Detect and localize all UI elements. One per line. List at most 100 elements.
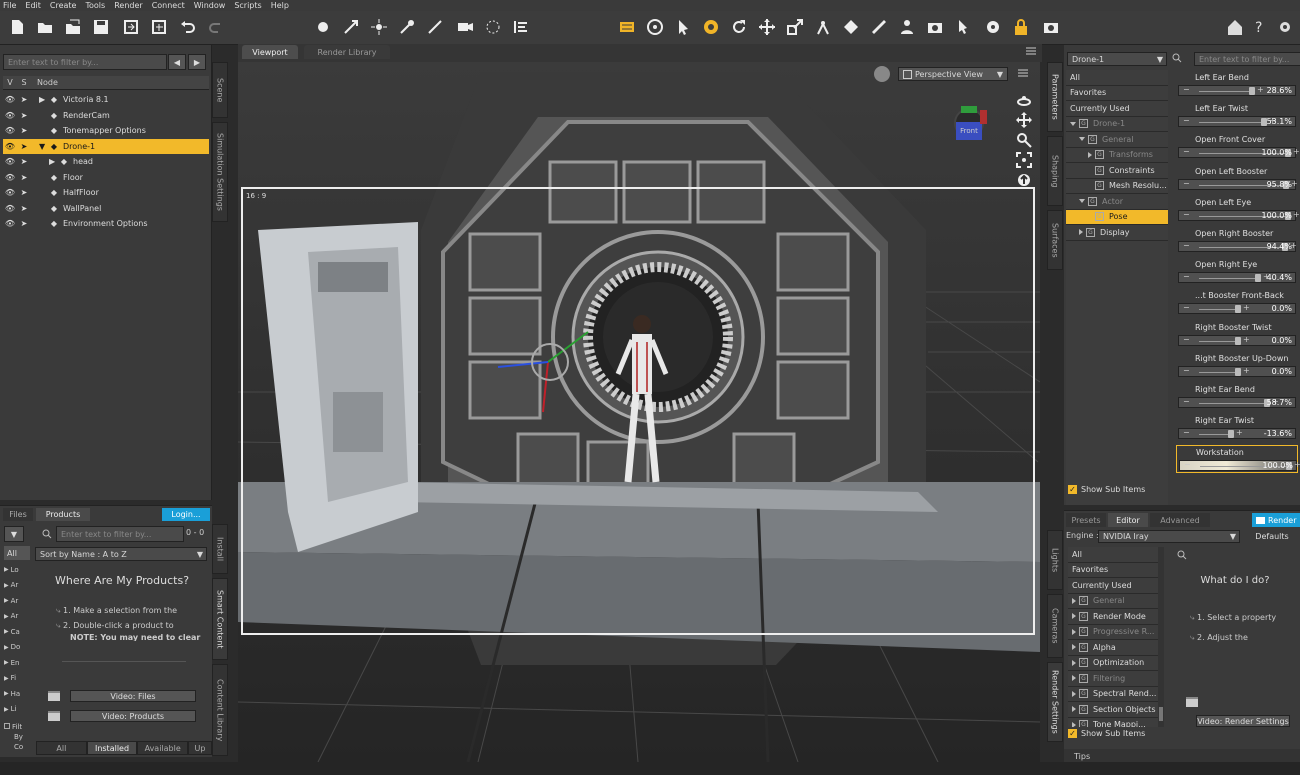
eye-icon[interactable]: 👁	[3, 188, 17, 197]
tab-files[interactable]: Files	[3, 508, 33, 521]
collapsed-arrow-icon[interactable]	[1072, 706, 1076, 713]
video-products-button[interactable]: Video: Products	[70, 710, 196, 722]
param-slider-value[interactable]: 0.0%	[1272, 367, 1292, 376]
collapsed-arrow-icon[interactable]	[1088, 151, 1092, 158]
param-group-item[interactable]: G Display	[1066, 225, 1168, 241]
param-group-item[interactable]: G General	[1066, 132, 1168, 148]
product-category-item[interactable]: ▶ Ha	[4, 686, 30, 702]
collapsed-arrow-icon[interactable]: ▶	[39, 95, 47, 104]
param-slider[interactable]: Open Right Eye − +40.4%	[1176, 258, 1298, 286]
param-group-item[interactable]: G Transforms	[1066, 148, 1168, 163]
render-group-item[interactable]: G General	[1068, 594, 1158, 609]
slider-knob[interactable]	[1235, 305, 1241, 314]
slider-knob[interactable]	[1235, 336, 1241, 345]
increment-icon[interactable]: +	[1236, 428, 1243, 437]
open-folder-icon[interactable]	[34, 16, 56, 38]
param-slider-track[interactable]: − + -13.6%	[1178, 428, 1296, 440]
viewport-camera-icon[interactable]	[924, 16, 946, 38]
product-category-item[interactable]: ▶ Li	[4, 702, 30, 718]
param-slider[interactable]: Right Ear Bend − +58.7%	[1176, 383, 1298, 411]
pointer-icon[interactable]	[672, 16, 694, 38]
param-slider[interactable]: Open Left Eye − +100.0%	[1176, 196, 1300, 224]
universal-tool-icon[interactable]	[644, 16, 666, 38]
collapsed-arrow-icon[interactable]	[1072, 628, 1076, 635]
category-menu-button[interactable]: ▼	[4, 526, 24, 542]
expanded-arrow-icon[interactable]	[1079, 199, 1085, 204]
increment-icon[interactable]: +	[1294, 460, 1300, 469]
decrement-icon[interactable]: −	[1183, 272, 1190, 281]
param-slider-value[interactable]: 94.4%	[1267, 242, 1292, 251]
pan-icon[interactable]	[1016, 112, 1032, 128]
collapsed-arrow-icon[interactable]	[1072, 721, 1076, 727]
render-group-item[interactable]: G Progressive R...	[1068, 625, 1158, 640]
param-slider-track[interactable]: − +100.0%	[1178, 147, 1300, 159]
decrement-icon[interactable]: −	[1183, 147, 1190, 156]
expanded-arrow-icon[interactable]	[1079, 137, 1085, 142]
tab-products[interactable]: Products	[36, 508, 90, 521]
collapsed-arrow-icon[interactable]	[1079, 229, 1083, 236]
scene-node-row[interactable]: 👁 ➤ ◆ WallPanel	[3, 201, 209, 217]
render-show-sub-items[interactable]: ✓ Show Sub Items	[1068, 729, 1145, 738]
param-group-item[interactable]: G Pose	[1066, 209, 1168, 225]
scene-node-row[interactable]: 👁 ➤ ▶ ◆ Victoria 8.1	[3, 92, 209, 108]
engine-select[interactable]: NVIDIA Iray ▼	[1098, 530, 1240, 543]
param-group-item[interactable]: G Constraints	[1066, 163, 1168, 179]
scene-next-button[interactable]: ▶	[188, 54, 206, 70]
tab-content-library[interactable]: Content Library	[212, 664, 228, 756]
products-tab-installed[interactable]: Installed	[86, 741, 138, 755]
collapsed-arrow-icon[interactable]	[1072, 690, 1076, 697]
render-group-item[interactable]: G Optimization	[1068, 656, 1158, 671]
increment-icon[interactable]: +	[1243, 335, 1250, 344]
param-slider-track[interactable]: − +53.1%	[1178, 116, 1296, 128]
decrement-icon[interactable]: −	[1183, 366, 1190, 375]
pane-menu-icon[interactable]	[1026, 47, 1036, 55]
menu-item-edit[interactable]: Edit	[25, 1, 41, 10]
tab-render-library[interactable]: Render Library	[304, 45, 390, 59]
param-slider-value[interactable]: 100.0%	[1261, 211, 1292, 220]
render-group-item[interactable]: G Render Mode	[1068, 609, 1158, 625]
tab-simulation-settings[interactable]: Simulation Settings	[212, 122, 228, 222]
param-slider-value[interactable]: 95.8%	[1267, 180, 1292, 189]
redo-icon[interactable]	[205, 16, 227, 38]
product-category-item[interactable]: ▶ Ar	[4, 593, 30, 609]
scene-node-row[interactable]: 👁 ➤ ◆ HalfFloor	[3, 185, 209, 201]
decrement-icon[interactable]: −	[1184, 460, 1191, 469]
param-group-item[interactable]: Currently Used	[1066, 101, 1168, 117]
param-slider-track[interactable]: − +0.0%	[1178, 365, 1296, 377]
render-group-item[interactable]: G Section Objects	[1068, 702, 1158, 718]
param-group-item[interactable]: G Mesh Resolu...	[1066, 179, 1168, 194]
scrollbar[interactable]	[1158, 547, 1164, 727]
param-slider-track[interactable]: − +40.4%	[1178, 272, 1296, 284]
create-figure-icon[interactable]	[312, 16, 334, 38]
decrement-icon[interactable]: −	[1183, 335, 1190, 344]
surface-selection-icon[interactable]	[868, 16, 890, 38]
decrement-icon[interactable]: −	[1183, 179, 1190, 188]
tab-lights[interactable]: Lights	[1047, 530, 1063, 590]
menu-item-render[interactable]: Render	[114, 1, 142, 10]
rotate-icon[interactable]	[728, 16, 750, 38]
product-category-item[interactable]: ▶ Do	[4, 640, 30, 656]
render-group-item[interactable]: G Alpha	[1068, 640, 1158, 656]
distant-light-icon[interactable]	[396, 16, 418, 38]
category-all[interactable]: All	[4, 546, 30, 560]
param-slider-value[interactable]: 0.0%	[1272, 336, 1292, 345]
save-icon[interactable]	[90, 16, 112, 38]
tab-shaping[interactable]: Shaping	[1047, 136, 1063, 206]
param-group-item[interactable]: G Actor	[1066, 194, 1168, 210]
param-slider-value[interactable]: 40.4%	[1267, 273, 1292, 282]
menu-item-window[interactable]: Window	[194, 1, 226, 10]
eye-icon[interactable]: 👁	[3, 157, 17, 166]
param-slider[interactable]: Right Booster Up-Down − +0.0%	[1176, 352, 1298, 380]
scene-node-row[interactable]: 👁 ➤ ▼ ◆ Drone-1	[3, 138, 209, 154]
render-group-item[interactable]: G Tone Mappi...	[1068, 718, 1158, 727]
increment-icon[interactable]: +	[1293, 147, 1300, 156]
scale-icon[interactable]	[784, 16, 806, 38]
frame-icon[interactable]	[1016, 152, 1032, 168]
draw-style-sphere-icon[interactable]	[874, 66, 890, 82]
scene-node-row[interactable]: 👁 ➤ ▶ ◆ head	[3, 154, 209, 170]
tab-install[interactable]: Install	[212, 524, 228, 574]
node-select[interactable]: Drone-1 ▼	[1067, 52, 1167, 66]
product-category-item[interactable]: ▶ Ca	[4, 624, 30, 640]
param-slider-track[interactable]: − +95.8%	[1178, 178, 1298, 190]
menu-item-file[interactable]: File	[3, 1, 16, 10]
